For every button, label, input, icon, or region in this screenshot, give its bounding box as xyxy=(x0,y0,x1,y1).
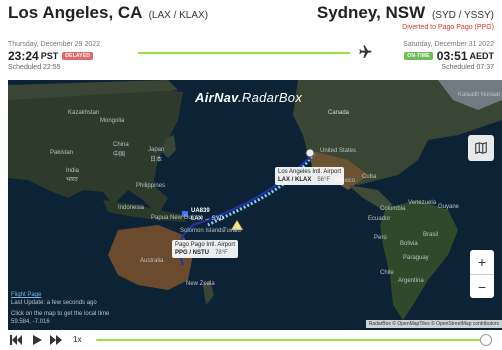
destination-time-line: ON-TIME 03:51 AEDT xyxy=(404,49,494,63)
label-peru: Perú xyxy=(374,235,387,241)
origin-date: Thursday, December 29 2022 xyxy=(8,41,101,48)
label-chile: Chile xyxy=(380,270,394,276)
ppg-airport-code: PPG / NSTU xyxy=(175,250,210,256)
playback-speed[interactable]: 1x xyxy=(73,335,81,344)
label-tuvalu: Tuvalu xyxy=(223,228,241,234)
lax-airport-card[interactable]: Los Angeles Intl. Airport LAX / KLAX 56°F xyxy=(275,167,345,185)
lax-pin[interactable] xyxy=(305,148,315,158)
lax-airport-code: LAX / KLAX xyxy=(278,177,312,183)
play-icon xyxy=(32,335,42,345)
fast-forward-button[interactable] xyxy=(50,334,62,346)
airplane-icon xyxy=(359,45,372,58)
destination-scheduled: Scheduled 07:37 xyxy=(441,64,494,71)
label-canada: Canada xyxy=(328,110,350,116)
destination-date: Saturday, December 31 2022 xyxy=(403,41,494,48)
label-indonesia: Indonesia xyxy=(118,205,145,211)
label-australia: Australia xyxy=(140,258,164,264)
flight-info-panel: Flight Page Last Update: a few seconds a… xyxy=(11,291,109,326)
destination-city: Sydney, NSW (SYD / YSSY) xyxy=(317,3,494,23)
zoom-controls: + − xyxy=(470,250,494,298)
diverted-notice: Diverted to Pago Pago (PPG) xyxy=(402,24,494,31)
origin-time-line: 23:24 PST DELAYED xyxy=(8,49,94,63)
rewind-icon xyxy=(10,335,22,345)
label-india-hi: भारत xyxy=(66,177,78,183)
rewind-button[interactable] xyxy=(10,334,22,346)
label-greenland: Kalaallit Nunaat xyxy=(458,92,501,98)
label-india: India xyxy=(66,168,80,174)
origin-codes: (LAX / KLAX) xyxy=(148,10,209,21)
label-guyana: Guyane xyxy=(438,204,460,210)
label-pakistan: Pakistan xyxy=(50,150,74,156)
zoom-in-button[interactable]: + xyxy=(470,250,494,274)
ppg-airport-card[interactable]: Pago Pago Intl. Airport PPG / NSTU 78°F xyxy=(172,240,239,258)
label-japan-jp: 日本 xyxy=(150,157,163,163)
flight-progress-bar xyxy=(138,52,350,54)
map-layers-icon xyxy=(475,142,487,154)
playback-bar: 1x xyxy=(0,330,502,350)
label-china-cn: 中国 xyxy=(113,152,126,158)
label-china: China xyxy=(113,142,129,148)
flight-progress-fill xyxy=(138,52,350,54)
fast-forward-icon xyxy=(50,335,62,345)
label-colombia: Colombia xyxy=(380,206,406,212)
flight-page-link[interactable]: Flight Page xyxy=(11,291,109,299)
label-ecuador: Ecuador xyxy=(368,216,391,222)
destination-city-name: Sydney, NSW xyxy=(316,3,426,22)
status-badge-delayed: DELAYED xyxy=(62,52,94,60)
last-update-text: Last Update: a few seconds ago xyxy=(11,300,97,306)
ppg-temperature: 78°F xyxy=(215,250,228,256)
lax-airport-name: Los Angeles Intl. Airport xyxy=(278,169,342,175)
map-hint-text: Click on the map to get the local time xyxy=(11,311,110,317)
flight-label[interactable]: UA839 LAX → SYD xyxy=(191,207,224,223)
flight-number: UA839 xyxy=(191,208,210,214)
playback-scrubber-handle[interactable] xyxy=(480,334,492,346)
flight-route: LAX → SYD xyxy=(191,216,225,222)
zoom-out-button[interactable]: − xyxy=(470,274,494,298)
origin-city: Los Angeles, CA (LAX / KLAX) xyxy=(8,3,208,23)
label-paraguay: Paraguay xyxy=(403,255,429,261)
label-mongolia: Mongolia xyxy=(100,118,125,124)
destination-timezone: AEDT xyxy=(469,51,495,61)
flight-map[interactable]: AirNav.RadarBox Kazakhstan Mongolia Japa… xyxy=(8,80,502,330)
airnav-radarbox-logo: AirNav.RadarBox xyxy=(195,90,303,105)
label-venezuela: Venezuela xyxy=(408,200,437,206)
label-brasil: Brasil xyxy=(423,232,439,238)
label-philippines: Philippines xyxy=(136,183,166,189)
ppg-airport-name: Pago Pago Intl. Airport xyxy=(175,242,236,248)
label-bolivia: Bolivia xyxy=(400,241,418,247)
play-button[interactable] xyxy=(31,334,43,346)
label-solomon-islands: Solomon Islands xyxy=(180,228,225,234)
flight-header: Los Angeles, CA (LAX / KLAX) Sydney, NSW… xyxy=(0,0,502,80)
label-cuba: Cuba xyxy=(362,174,377,180)
status-badge-ontime: ON-TIME xyxy=(404,52,433,60)
label-new-zealand: New Zeala xyxy=(186,281,215,287)
destination-codes: (SYD / YSSY) xyxy=(431,10,494,21)
origin-time: 23:24 xyxy=(8,49,39,63)
label-argentina: Argentina xyxy=(398,278,424,284)
playback-timeline[interactable] xyxy=(96,339,484,341)
map-attribution[interactable]: RadarBox © OpenMapTiles © OpenStreetMap … xyxy=(365,320,502,328)
map-coordinates: 59.584, -7.016 xyxy=(11,319,50,325)
origin-city-name: Los Angeles, CA xyxy=(8,3,142,22)
label-united-states: United States xyxy=(320,148,357,154)
origin-scheduled: Scheduled 22:55 xyxy=(8,64,61,71)
lax-temperature: 56°F xyxy=(317,177,331,183)
map-layers-button[interactable] xyxy=(468,135,494,161)
label-kazakhstan: Kazakhstan xyxy=(68,110,100,116)
origin-timezone: PST xyxy=(40,51,59,61)
label-japan: Japan xyxy=(148,147,165,153)
destination-time: 03:51 xyxy=(436,49,468,63)
